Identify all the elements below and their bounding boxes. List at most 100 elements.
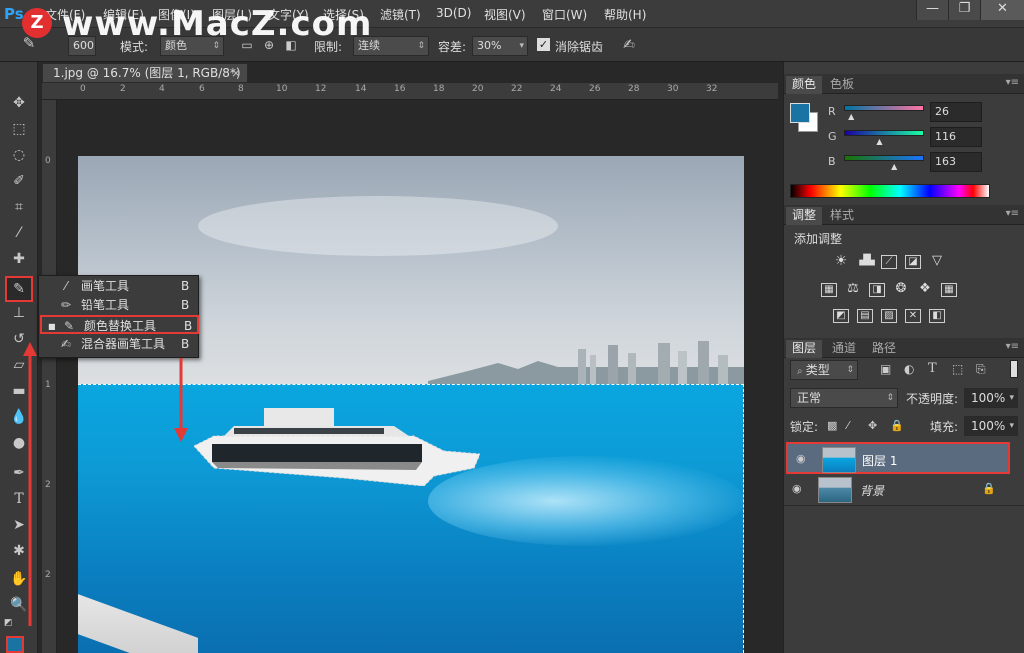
fill-field[interactable]: 100% ▾ xyxy=(964,416,1018,436)
vibrance-icon[interactable]: ▽ xyxy=(929,254,945,269)
tolerance-field[interactable]: 30% ▾ xyxy=(472,36,528,56)
tab-adjustments[interactable]: 调整 xyxy=(786,207,823,225)
filter-shape-icon[interactable]: ⬚ xyxy=(952,362,963,376)
document-tab[interactable]: 1.jpg @ 16.7% (图层 1, RGB/8*) * × xyxy=(42,63,248,98)
dodge-tool-icon[interactable]: ● xyxy=(7,432,31,454)
layer-row-layer1[interactable]: ◉ 图层 1 xyxy=(786,442,1010,474)
r-value-field[interactable]: 26 xyxy=(930,102,982,122)
tab-color[interactable]: 颜色 xyxy=(786,76,823,94)
channel-mixer-icon[interactable]: ❖ xyxy=(917,282,933,297)
menu-help[interactable]: 帮助(H) xyxy=(604,6,646,23)
foreground-color-chip[interactable] xyxy=(790,103,810,123)
color-balance-icon[interactable]: ⚖ xyxy=(845,282,861,297)
quick-select-tool-icon[interactable]: ✐ xyxy=(7,170,31,192)
flyout-mixer-brush-tool[interactable]: ✍ 混合器画笔工具 B xyxy=(39,335,198,354)
default-colors-icon[interactable]: ◩ xyxy=(4,618,13,628)
shape-tool-icon[interactable]: ✱ xyxy=(7,540,31,562)
b-value-field[interactable]: 163 xyxy=(930,152,982,172)
pen-tool-icon[interactable]: ✒ xyxy=(7,462,31,484)
levels-icon[interactable]: ▟▙ xyxy=(859,255,875,269)
pressure-icon[interactable]: ✍ xyxy=(622,38,636,52)
clone-stamp-tool-icon[interactable]: ⊥ xyxy=(7,302,31,324)
filter-type-icon[interactable]: T xyxy=(928,361,937,376)
gradient-map-icon[interactable]: ✕ xyxy=(905,309,921,323)
lock-pixels-icon[interactable]: ⁄ xyxy=(847,419,849,432)
black-white-icon[interactable]: ◨ xyxy=(869,283,885,297)
flyout-pencil-tool[interactable]: ✏ 铅笔工具 B xyxy=(39,296,198,315)
opacity-field[interactable]: 100% ▾ xyxy=(964,388,1018,408)
tab-channels[interactable]: 通道 xyxy=(826,340,862,358)
color-lookup-icon[interactable]: ▦ xyxy=(941,283,957,297)
r-slider-thumb[interactable]: ▲ xyxy=(848,112,854,121)
lock-position-icon[interactable]: ✥ xyxy=(868,419,877,432)
type-tool-icon[interactable]: T xyxy=(7,488,31,510)
move-tool-icon[interactable]: ✥ xyxy=(7,92,31,114)
tab-styles[interactable]: 样式 xyxy=(824,207,860,225)
lock-transparent-icon[interactable]: ▩ xyxy=(827,419,837,432)
lasso-tool-icon[interactable]: ◌ xyxy=(7,144,31,166)
tab-paths[interactable]: 路径 xyxy=(866,340,902,358)
posterize-icon[interactable]: ▤ xyxy=(857,309,873,323)
r-slider[interactable] xyxy=(844,105,924,111)
flyout-brush-tool[interactable]: ⁄ 画笔工具 B xyxy=(39,277,198,296)
panel-menu-icon[interactable]: ▾≡ xyxy=(1006,77,1019,88)
hue-saturation-icon[interactable]: ▦ xyxy=(821,283,837,297)
color-replacement-tool-icon[interactable]: ✎ xyxy=(5,276,33,302)
color-spectrum-bar[interactable] xyxy=(790,184,990,198)
foreground-color-swatch[interactable] xyxy=(6,636,24,653)
marquee-tool-icon[interactable]: ⬚ xyxy=(7,118,31,140)
brightness-icon[interactable]: ☀ xyxy=(833,254,849,269)
photo-filter-icon[interactable]: ❂ xyxy=(893,282,909,297)
g-value-field[interactable]: 116 xyxy=(930,127,982,147)
blur-tool-icon[interactable]: 💧 xyxy=(7,406,31,428)
eraser-tool-icon[interactable]: ▱ xyxy=(7,354,31,376)
b-slider-thumb[interactable]: ▲ xyxy=(891,162,897,171)
restore-button[interactable]: ❐ xyxy=(948,0,980,20)
blend-mode-select[interactable]: 正常 ⇕ xyxy=(790,388,898,408)
tab-close-icon[interactable]: × xyxy=(231,64,241,82)
filter-toggle[interactable] xyxy=(1010,360,1018,378)
g-slider-thumb[interactable]: ▲ xyxy=(876,137,882,146)
close-button[interactable]: ✕ xyxy=(980,0,1024,20)
menu-window[interactable]: 窗口(W) xyxy=(542,6,587,23)
path-select-tool-icon[interactable]: ➤ xyxy=(7,514,31,536)
minimize-button[interactable]: — xyxy=(916,0,948,20)
lock-all-icon[interactable]: 🔒 xyxy=(890,419,904,432)
ruler-tick: 0 xyxy=(80,84,86,94)
blend-mode-value: 正常 xyxy=(797,391,822,405)
invert-icon[interactable]: ◩ xyxy=(833,309,849,323)
g-slider[interactable] xyxy=(844,130,924,136)
threshold-icon[interactable]: ▨ xyxy=(881,309,897,323)
eyedropper-tool-icon[interactable]: ⁄ xyxy=(7,222,31,244)
zoom-tool-icon[interactable]: 🔍 xyxy=(7,594,31,616)
document-canvas[interactable] xyxy=(78,156,744,653)
menu-filter[interactable]: 滤镜(T) xyxy=(380,6,421,23)
healing-brush-tool-icon[interactable]: ✚ xyxy=(7,248,31,270)
layer-row-background[interactable]: ◉ 背景 🔒 xyxy=(784,474,1024,506)
layer-filter-select[interactable]: ⌕ 类型 ⇕ xyxy=(790,360,858,380)
menu-view[interactable]: 视图(V) xyxy=(484,6,526,23)
antialias-checkbox[interactable]: ✓ xyxy=(537,38,550,51)
tab-swatches[interactable]: 色板 xyxy=(824,76,860,94)
ruler-tick: 0 xyxy=(45,156,51,166)
tab-layers[interactable]: 图层 xyxy=(786,340,823,358)
visibility-eye-icon[interactable]: ◉ xyxy=(796,452,810,465)
flyout-color-replacement-tool[interactable]: ■ ✎ 颜色替换工具 B xyxy=(40,315,199,334)
exposure-icon[interactable]: ◪ xyxy=(905,255,921,269)
curves-icon[interactable]: ⟋ xyxy=(881,255,897,269)
history-brush-tool-icon[interactable]: ↺ xyxy=(7,328,31,350)
visibility-eye-icon[interactable]: ◉ xyxy=(792,482,806,495)
tool-preset-icon[interactable]: ✎ xyxy=(22,36,36,51)
hand-tool-icon[interactable]: ✋ xyxy=(7,568,31,590)
filter-image-icon[interactable]: ▣ xyxy=(880,362,891,376)
panel-menu-icon[interactable]: ▾≡ xyxy=(1006,208,1019,219)
filter-adjustment-icon[interactable]: ◐ xyxy=(904,362,914,376)
gradient-tool-icon[interactable]: ▬ xyxy=(7,380,31,402)
crop-tool-icon[interactable]: ⌗ xyxy=(7,196,31,218)
b-slider[interactable] xyxy=(844,155,924,161)
panel-menu-icon[interactable]: ▾≡ xyxy=(1006,341,1019,352)
selective-color-icon[interactable]: ◧ xyxy=(929,309,945,323)
menu-3d[interactable]: 3D(D) xyxy=(436,6,471,20)
filter-smart-object-icon[interactable]: ⎘ xyxy=(976,362,986,377)
layer-name: 背景 xyxy=(860,484,885,498)
